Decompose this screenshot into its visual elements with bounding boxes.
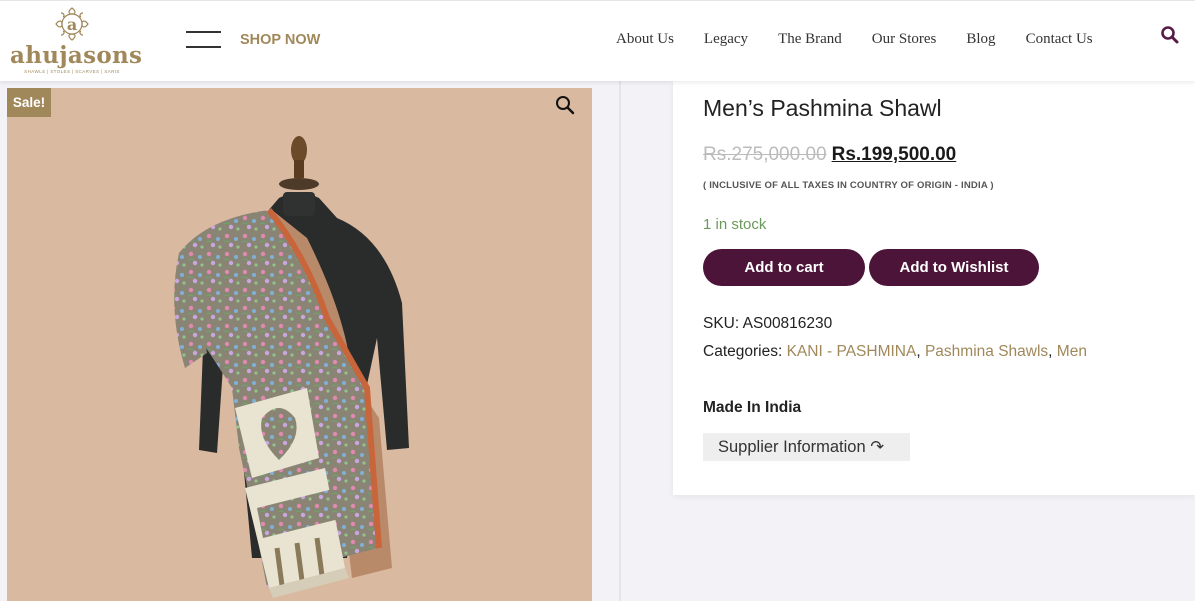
add-to-cart-button[interactable]: Add to cart (703, 249, 865, 286)
category-link-kani-pashmina[interactable]: KANI - PASHMINA (787, 343, 917, 360)
stock-status: 1 in stock (703, 216, 767, 233)
shop-now-link[interactable]: SHOP NOW (240, 32, 320, 48)
price: Rs.275,000.00 Rs.199,500.00 (703, 144, 956, 166)
site-header: a ahujasons SHAWLS | STOLES | SCARVES | … (0, 0, 1195, 81)
category-link-pashmina-shawls[interactable]: Pashmina Shawls (925, 343, 1048, 360)
sku-value: AS00816230 (742, 315, 833, 332)
price-sale: Rs.199,500.00 (831, 144, 957, 165)
brand-tagline: SHAWLS | STOLES | SCARVES | SARIS (24, 69, 120, 74)
brand-logo[interactable]: a ahujasons SHAWLS | STOLES | SCARVES | … (10, 5, 143, 79)
category-separator: , (1048, 343, 1057, 360)
nav-legacy[interactable]: Legacy (704, 31, 748, 48)
price-original: Rs.275,000.00 (703, 144, 827, 165)
nav-contact-us[interactable]: Contact Us (1026, 31, 1093, 48)
product-image[interactable]: Sale! (7, 88, 592, 601)
sku: SKU: AS00816230 (703, 315, 832, 333)
product-title: Men’s Pashmina Shawl (703, 95, 942, 121)
sku-label: SKU: (703, 315, 740, 332)
category-separator: , (916, 343, 925, 360)
menu-toggle-icon[interactable] (186, 31, 221, 48)
shawl-mannequin-illustration (174, 136, 409, 598)
brand-name: ahujasons (10, 42, 143, 69)
made-in-label: Made In India (703, 399, 802, 416)
main-nav: About Us Legacy The Brand Our Stores Blo… (616, 31, 1123, 48)
categories: Categories: KANI - PASHMINA, Pashmina Sh… (703, 343, 1087, 361)
product-summary: Men’s Pashmina Shawl Rs.275,000.00 Rs.199… (673, 81, 1195, 495)
search-icon[interactable] (1160, 25, 1180, 45)
categories-label: Categories: (703, 343, 783, 360)
category-link-men[interactable]: Men (1057, 343, 1087, 360)
nav-our-stores[interactable]: Our Stores (872, 31, 937, 48)
add-to-wishlist-button[interactable]: Add to Wishlist (869, 249, 1039, 286)
column-divider (619, 81, 621, 601)
nav-blog[interactable]: Blog (966, 31, 995, 48)
nav-about-us[interactable]: About Us (616, 31, 674, 48)
tax-note: ( INCLUSIVE OF ALL TAXES IN COUNTRY OF O… (703, 180, 994, 191)
svg-text:a: a (67, 15, 77, 34)
nav-the-brand[interactable]: The Brand (778, 31, 842, 48)
supplier-information-toggle[interactable]: Supplier Information ↷ (703, 433, 910, 461)
logo-emblem-icon: a (55, 7, 89, 41)
